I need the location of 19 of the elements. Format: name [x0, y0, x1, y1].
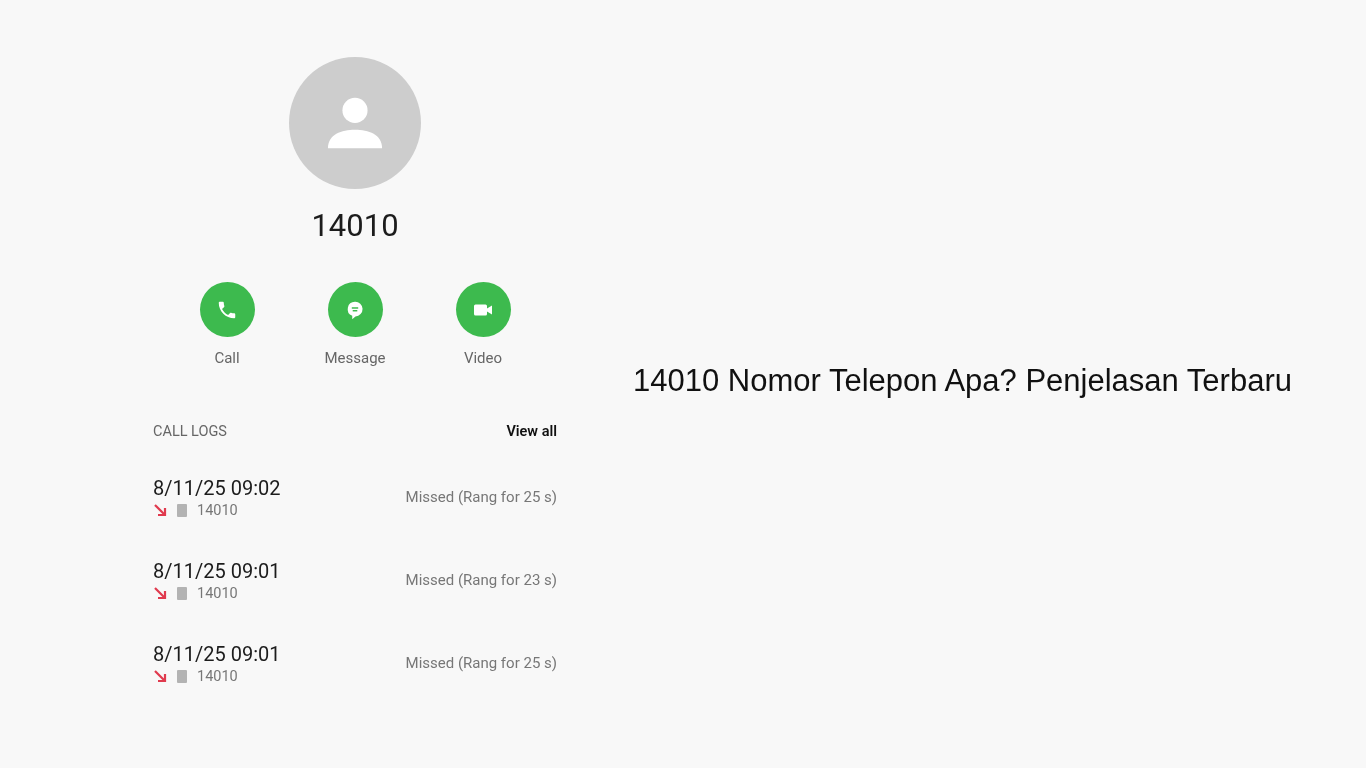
contact-number: 14010: [310, 207, 400, 245]
call-number: 14010: [197, 501, 238, 519]
call-detail: Missed (Rang for 25 s): [405, 488, 557, 507]
view-all-link[interactable]: View all: [506, 423, 557, 441]
sim-card-icon: [177, 503, 187, 517]
sim-card-icon: [177, 586, 187, 600]
call-datetime: 8/11/25 09:01: [153, 558, 281, 583]
sim-card-icon: [177, 669, 187, 683]
call-detail: Missed (Rang for 25 s): [405, 654, 557, 673]
action-label: Call: [214, 349, 240, 368]
call-number: 14010: [197, 584, 238, 602]
call-datetime: 8/11/25 09:02: [153, 475, 281, 500]
call-detail: Missed (Rang for 23 s): [405, 571, 557, 590]
call-datetime: 8/11/25 09:01: [153, 641, 281, 666]
section-title: CALL LOGS: [153, 423, 227, 441]
action-label: Video: [463, 349, 503, 368]
action-label: Message: [324, 349, 386, 368]
call-number: 14010: [197, 667, 238, 685]
headline: 14010 Nomor Telepon Apa? Penjelasan Terbaru: [633, 363, 1293, 399]
